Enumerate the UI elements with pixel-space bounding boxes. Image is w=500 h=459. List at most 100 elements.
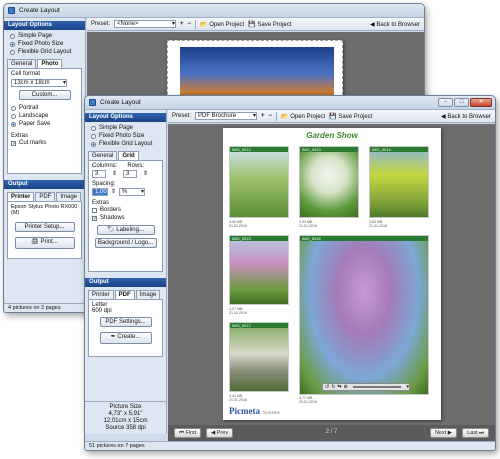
tab-image[interactable]: Image — [135, 290, 161, 299]
chevron-down-icon: ▾ — [141, 189, 145, 195]
photo-cell[interactable]: IMG_0013 — [299, 146, 359, 218]
columns-label: Columns: — [92, 163, 118, 169]
maximize-button[interactable]: □ — [454, 98, 469, 107]
spacing-unit-select[interactable]: % ▾ — [119, 188, 146, 196]
folder-icon: 📂 — [281, 113, 289, 120]
remove-icon[interactable]: − — [269, 113, 273, 119]
radio-portrait[interactable]: Portrait — [11, 104, 78, 112]
back-window-titlebar[interactable]: Create Layout — [4, 4, 424, 18]
back-to-browser-button[interactable]: ◀ Back to Browser — [370, 21, 420, 28]
page-title: Garden Show — [306, 131, 358, 140]
front-statusbar: 51 pictures on 7 pages — [85, 441, 495, 450]
open-project-button[interactable]: 📂 Open Project — [281, 113, 325, 120]
tab-printer[interactable]: Printer — [88, 290, 114, 299]
radio-flexible-grid[interactable]: Flexible Grid Layout — [4, 48, 85, 56]
app-icon — [89, 99, 96, 106]
tab-pdf[interactable]: PDF — [35, 192, 56, 201]
photo-meta: 4,27 MB 21.01.2016 — [229, 307, 247, 315]
rows-spin-icon[interactable]: ⇕ — [143, 170, 148, 178]
last-icon: ⏭ — [479, 430, 484, 436]
pdf-tab-body: Letter 600 dpi PDF Settings... ✒ Create.… — [88, 299, 163, 357]
background-logo-button[interactable]: Background / Logo... — [94, 238, 157, 248]
radio-simple-page[interactable]: Simple Page — [85, 124, 166, 132]
brochure-page: Garden Show IMG_0012 4,00 MB 21.01.2016 I… — [223, 128, 441, 420]
photo-cell[interactable]: IMG_0014 — [369, 146, 429, 218]
tab-printer[interactable]: Printer — [7, 192, 35, 201]
last-page-button[interactable]: Last ⏭ — [462, 428, 489, 438]
shadows-checkbox[interactable]: ✓ Shadows — [92, 214, 159, 222]
chevron-down-icon: ▾ — [62, 80, 66, 86]
pdf-settings-button[interactable]: PDF Settings... — [99, 317, 152, 327]
back-toolbar: Preset: <None> ▾ + − 📂 Open Project 💾 Sav… — [87, 18, 424, 31]
next-page-button[interactable]: Next ▶ — [429, 428, 457, 438]
output-header: Output — [85, 278, 166, 287]
tab-grid[interactable]: Grid — [118, 151, 139, 160]
preset-select[interactable]: <None> ▾ — [114, 20, 177, 28]
photo-tab-body: Cell format 13cm x 18cm ▾ Custom... Portr… — [7, 68, 82, 174]
save-icon: 💾 — [248, 21, 256, 28]
remove-icon[interactable]: − — [188, 21, 192, 27]
photo-cell[interactable]: IMG_0012 — [229, 146, 289, 218]
rotate-left-icon[interactable]: ↺ — [325, 384, 329, 390]
columns-spin-icon[interactable]: ⇕ — [112, 170, 117, 178]
photo-meta: 4,00 MB 21.01.2016 — [229, 220, 247, 228]
back-arrow-icon: ◀ — [441, 113, 446, 120]
add-icon[interactable]: + — [180, 21, 184, 27]
front-toolbar: Preset: PDF Brochure ▾ + − 📂 Open Project… — [168, 110, 495, 123]
layout-options-header: Layout Options — [85, 113, 166, 122]
front-window: Create Layout − □ ✕ Layout Options Simpl… — [84, 95, 496, 451]
front-sidebar: Layout Options Simple Page Fixed Photo S… — [85, 110, 167, 434]
rows-stepper[interactable]: 3 — [123, 170, 138, 178]
minimize-button[interactable]: − — [438, 98, 453, 107]
next-icon: ▶ — [447, 430, 452, 436]
chevron-down-icon[interactable]: ▾ — [406, 384, 409, 390]
cell-format-select[interactable]: 13cm x 18cm ▾ — [11, 79, 67, 87]
chevron-down-icon: ▾ — [172, 21, 176, 27]
photo-edit-toolbar: ↺ ↻ ⇆ ⊕ ▾ — [322, 383, 410, 391]
photo-cell[interactable]: IMG_0017 — [229, 322, 289, 392]
printer-name: Epson Stylus Photo RX600 (M) — [11, 204, 78, 216]
open-project-button[interactable]: 📂 Open Project — [200, 21, 244, 28]
radio-paper-save[interactable]: Paper Save — [11, 120, 78, 128]
spacing-spin-icon[interactable]: ⇕ — [111, 188, 116, 196]
printer-setup-button[interactable]: Printer Setup... — [14, 222, 75, 232]
radio-flexible-grid[interactable]: Flexible Grid Layout — [85, 140, 166, 148]
cut-marks-checkbox[interactable]: ✓ Cut marks — [11, 139, 78, 147]
radio-simple-page[interactable]: Simple Page — [4, 32, 85, 40]
tab-general[interactable]: General — [7, 59, 37, 68]
photo-cell-large[interactable]: IMG_0016 ↺ ↻ ⇆ ⊕ ▾ — [299, 235, 429, 395]
zoom-icon[interactable]: ⊕ — [344, 384, 348, 390]
tab-pdf[interactable]: PDF — [114, 290, 135, 299]
photo-cell[interactable]: IMG_0015 — [229, 235, 289, 305]
create-button[interactable]: ✒ Create... — [99, 332, 152, 344]
columns-stepper[interactable]: 3 — [92, 170, 106, 178]
preset-select[interactable]: PDF Brochure ▾ — [195, 112, 258, 120]
pdf-dpi: 600 dpi — [92, 308, 112, 314]
tab-general[interactable]: General — [88, 151, 118, 160]
radio-fixed-photo-size[interactable]: Fixed Photo Size — [85, 132, 166, 140]
labeling-button[interactable]: 🏷 Labeling... — [96, 225, 155, 235]
spacing-label: Spacing: — [92, 181, 116, 187]
spacing-input[interactable]: 1,00 — [92, 188, 108, 196]
preset-label: Preset: — [172, 113, 192, 119]
print-button[interactable]: 🖨 Print... — [14, 237, 75, 249]
printer-tab-body: Epson Stylus Photo RX600 (M) Printer Set… — [7, 201, 82, 259]
radio-fixed-photo-size[interactable]: Fixed Photo Size — [4, 40, 85, 48]
rotate-right-icon[interactable]: ↻ — [331, 384, 335, 390]
add-icon[interactable]: + — [261, 113, 265, 119]
back-to-browser-button[interactable]: ◀ Back to Browser — [441, 113, 491, 120]
save-project-button[interactable]: 💾 Save Project — [248, 21, 291, 28]
radio-landscape[interactable]: Landscape — [11, 112, 78, 120]
photo-meta: 3,93 MB 21.01.2016 — [299, 220, 317, 228]
flip-icon[interactable]: ⇆ — [337, 384, 341, 390]
close-button[interactable]: ✕ — [470, 98, 492, 107]
tab-photo[interactable]: Photo — [37, 59, 63, 68]
tab-image[interactable]: Image — [56, 192, 82, 201]
photo-meta: 4,41 MB 21.01.2016 — [229, 394, 247, 402]
zoom-slider[interactable] — [352, 386, 402, 388]
borders-checkbox[interactable]: Borders — [92, 206, 159, 214]
front-window-titlebar[interactable]: Create Layout − □ ✕ — [85, 96, 495, 110]
custom-button[interactable]: Custom... — [18, 90, 71, 100]
back-arrow-icon: ◀ — [370, 21, 375, 28]
save-project-button[interactable]: 💾 Save Project — [329, 113, 372, 120]
